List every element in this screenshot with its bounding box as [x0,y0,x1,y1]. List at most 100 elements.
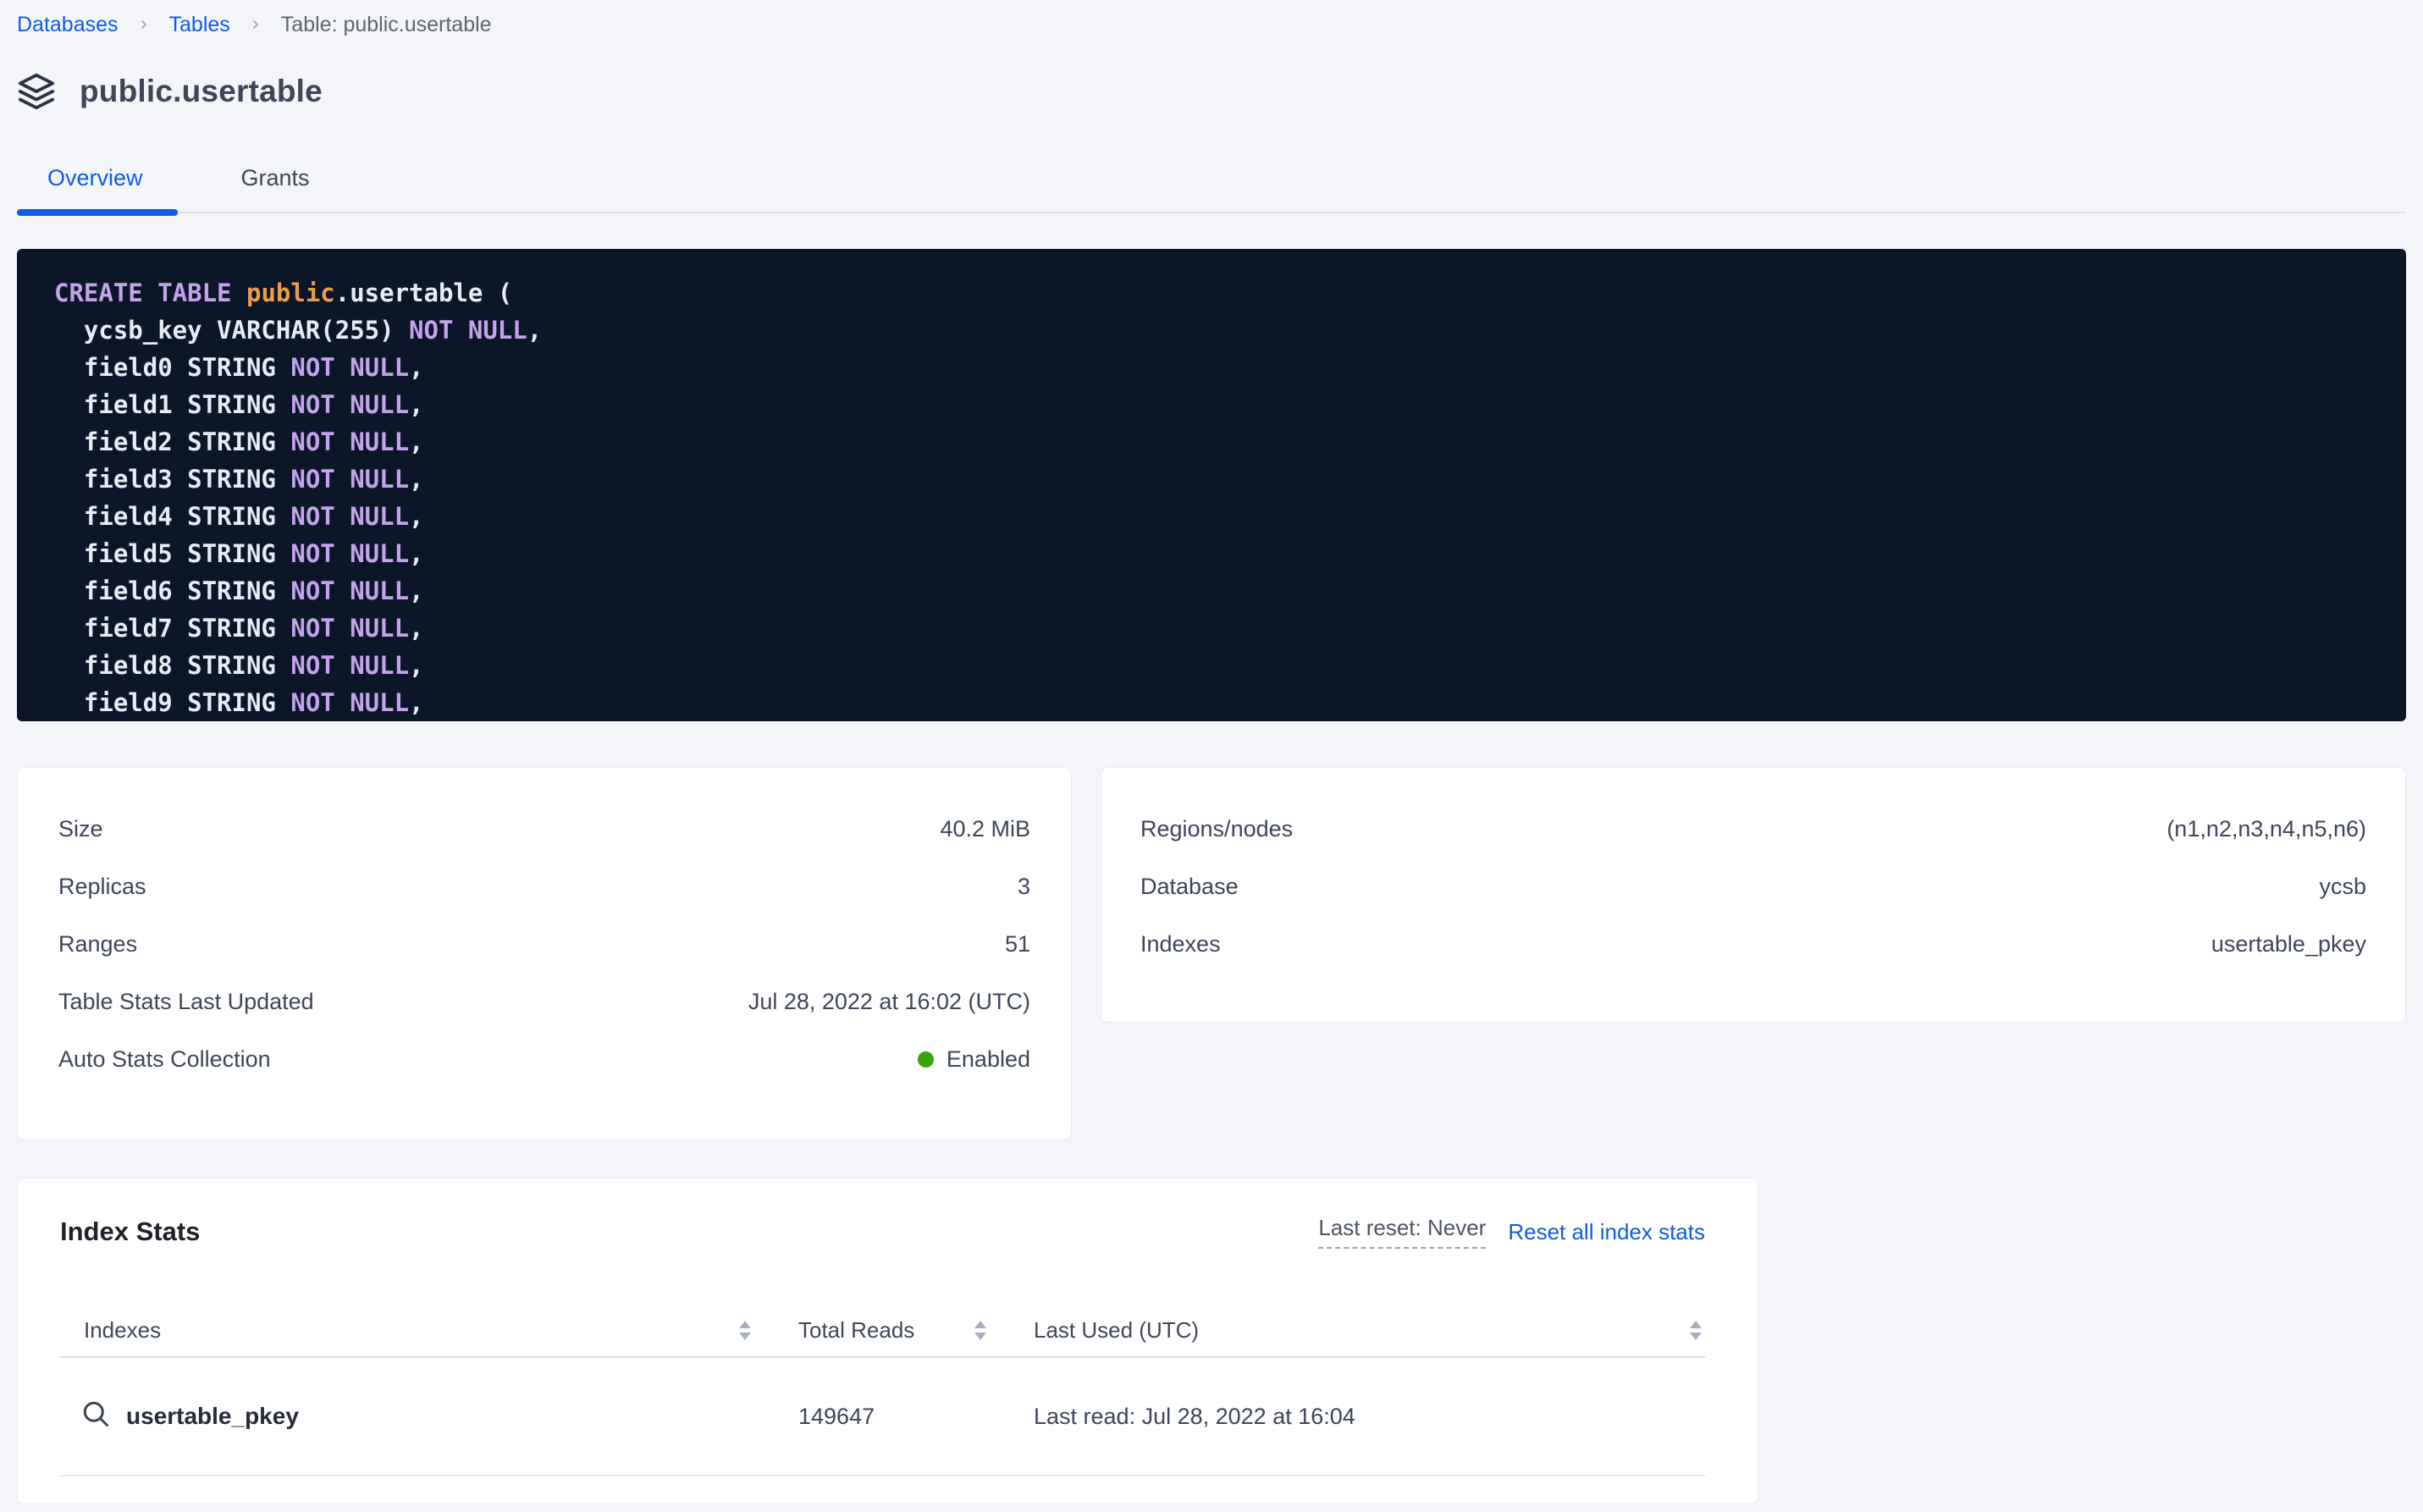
code-token: NOT NULL [290,353,409,382]
tab-bar: Overview Grants [17,152,2406,213]
layers-icon [17,72,56,111]
code-token: field9 STRING [54,688,290,717]
index-name: usertable_pkey [126,1403,299,1430]
stat-row-stats-updated: Table Stats Last Updated Jul 28, 2022 at… [58,973,1030,1030]
sort-icon[interactable] [1690,1321,1702,1340]
tab-overview[interactable]: Overview [47,152,143,212]
chevron-right-icon [249,18,262,31]
index-stats-title: Index Stats [60,1217,200,1247]
code-token: .usertable ( [335,279,513,307]
cluster-details-card: Regions/nodes (n1,n2,n3,n4,n5,n6) Databa… [1101,767,2406,1023]
code-token: field3 STRING [54,465,290,494]
column-label: Total Reads [798,1317,914,1344]
sort-icon[interactable] [739,1321,751,1340]
last-reset-label[interactable]: Last reset: Never [1318,1215,1486,1249]
code-token: NOT NULL [290,502,409,531]
stat-label: Auto Stats Collection [58,1046,271,1073]
code-line: field3 STRING NOT NULL, [54,461,2372,498]
page-header: public.usertable [17,68,2406,115]
page-title: public.usertable [80,74,323,109]
code-token: public [246,279,335,307]
index-name-cell[interactable]: usertable_pkey [60,1399,798,1435]
code-token: field4 STRING [54,502,290,531]
stat-row-ranges: Ranges 51 [58,915,1030,973]
table-details-card: Size 40.2 MiB Replicas 3 Ranges 51 Table… [17,767,1072,1140]
code-token: , [409,651,423,680]
tab-grants[interactable]: Grants [241,152,310,212]
code-token: field5 STRING [54,539,290,568]
chevron-right-icon [137,18,151,31]
code-token: NOT NULL [409,316,527,345]
code-token: , [409,353,423,382]
total-reads-cell: 149647 [798,1404,1034,1430]
breadcrumb-link-databases[interactable]: Databases [17,12,119,37]
status-badge: Enabled [918,1046,1030,1073]
code-token: NOT NULL [290,428,409,456]
active-tab-indicator [17,209,178,216]
code-token: field1 STRING [54,390,290,419]
last-used-cell: Last read: Jul 28, 2022 at 16:04 [1034,1404,1705,1430]
column-label: Last Used (UTC) [1034,1317,1199,1344]
code-token: CREATE TABLE [54,279,246,307]
code-token: NOT NULL [290,688,409,717]
stat-value: 3 [1018,874,1030,900]
stat-label: Size [58,816,103,842]
code-token: field2 STRING [54,428,290,456]
code-token: NOT NULL [290,614,409,643]
index-stats-header: Index Stats Last reset: Never Reset all … [60,1212,1705,1251]
breadcrumb-current: Table: public.usertable [281,12,492,37]
sql-code[interactable]: CREATE TABLE public.usertable ( ycsb_key… [17,249,2406,721]
breadcrumb-link-tables[interactable]: Tables [169,12,230,37]
stat-row-auto-stats: Auto Stats Collection Enabled [58,1030,1030,1088]
sort-icon[interactable] [974,1321,986,1340]
code-token: , [409,688,423,717]
code-token: field7 STRING [54,614,290,643]
status-dot-green-icon [918,1051,934,1068]
code-token: NOT NULL [290,465,409,494]
code-token: , [527,316,542,345]
code-token: field6 STRING [54,577,290,605]
code-token: NOT NULL [290,577,409,605]
code-line: field8 STRING NOT NULL, [54,647,2372,684]
code-token: , [409,539,423,568]
code-line: field7 STRING NOT NULL, [54,610,2372,647]
search-icon [80,1399,111,1435]
code-line: field4 STRING NOT NULL, [54,498,2372,535]
column-header-last-used[interactable]: Last Used (UTC) [1034,1317,1705,1344]
stat-value: (n1,n2,n3,n4,n5,n6) [2166,816,2366,842]
code-token: , [409,577,423,605]
stat-label: Database [1140,874,1239,900]
code-token: , [409,502,423,531]
table-header-row: Indexes Total Reads Last Used (UTC) [60,1304,1705,1358]
code-line: ycsb_key VARCHAR(255) NOT NULL, [54,312,2372,349]
code-token: NOT NULL [290,539,409,568]
stat-value: 51 [1005,931,1030,957]
index-stats-card: Index Stats Last reset: Never Reset all … [17,1178,1758,1504]
code-line: CREATE TABLE public.usertable ( [54,274,2372,312]
stat-row-size: Size 40.2 MiB [58,800,1030,858]
column-header-indexes[interactable]: Indexes [60,1317,798,1344]
reset-index-stats-link[interactable]: Reset all index stats [1508,1219,1705,1245]
code-token: NOT NULL [290,651,409,680]
code-line: field1 STRING NOT NULL, [54,386,2372,423]
page: Databases Tables Table: public.usertable… [0,0,2423,1504]
details-section: Size 40.2 MiB Replicas 3 Ranges 51 Table… [17,767,2406,1140]
stat-row-indexes: Indexes usertable_pkey [1140,915,2366,973]
code-token: NOT NULL [290,390,409,419]
code-token: , [409,390,423,419]
column-header-total-reads[interactable]: Total Reads [798,1317,1034,1344]
breadcrumb: Databases Tables Table: public.usertable [17,0,2406,37]
stat-label: Indexes [1140,931,1221,957]
code-line: field2 STRING NOT NULL, [54,423,2372,461]
stat-row-database: Database ycsb [1140,858,2366,915]
code-token: ycsb_key VARCHAR(255) [54,316,409,345]
code-line: field0 STRING NOT NULL, [54,349,2372,386]
code-line: field6 STRING NOT NULL, [54,572,2372,610]
stat-label: Regions/nodes [1140,816,1293,842]
code-token: , [409,428,423,456]
status-text: Enabled [947,1046,1030,1073]
code-token: , [409,465,423,494]
reset-area: Last reset: Never Reset all index stats [1318,1215,1705,1249]
stat-row-replicas: Replicas 3 [58,858,1030,915]
table-row: usertable_pkey 149647 Last read: Jul 28,… [60,1358,1705,1476]
